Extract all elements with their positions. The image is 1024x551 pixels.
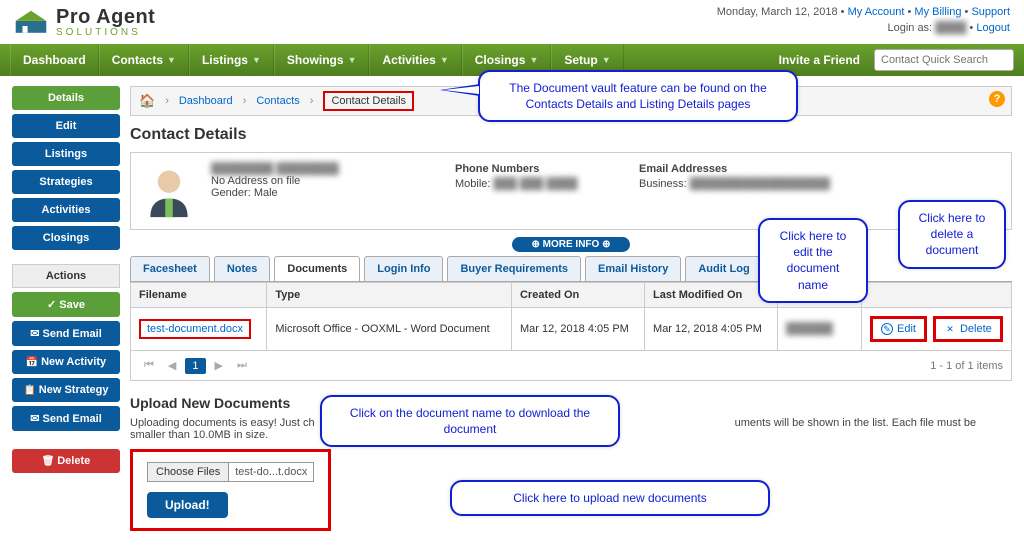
gender-label: Gender: [211,187,251,199]
tab-login-info[interactable]: Login Info [364,256,443,281]
close-icon: ✕ [944,323,956,335]
col-type[interactable]: Type [267,283,512,308]
document-filename-link[interactable]: test-document.docx [139,319,251,339]
edit-document-button[interactable]: ✎Edit [870,316,927,342]
side-closings[interactable]: Closings [12,226,120,250]
nav-activities[interactable]: Activities▼ [369,44,461,76]
crumb-current: Contact Details [323,91,414,111]
documents-table: Filename Type Created On Last Modified O… [130,282,1012,351]
my-billing-link[interactable]: My Billing [914,6,961,18]
upload-area: Choose Files test-do...t.docx Upload! [130,449,331,531]
tab-buyer-requirements[interactable]: Buyer Requirements [447,256,581,281]
login-as-user: ████ [935,22,966,34]
my-account-link[interactable]: My Account [848,6,905,18]
pager-first[interactable]: ⏮ [139,357,159,374]
pager-next[interactable]: ▶ [210,357,228,374]
phone-numbers-label: Phone Numbers [455,163,625,175]
contact-quick-search-input[interactable] [874,49,1014,71]
logo-icon [14,9,48,35]
pager: ⏮ ◀ 1 ▶ ⏭ 1 - 1 of 1 items [130,351,1012,381]
support-link[interactable]: Support [971,6,1010,18]
upload-button[interactable]: Upload! [147,492,228,518]
mobile-label: Mobile: [455,178,490,190]
brand-subtitle: SOLUTIONS [56,27,155,38]
save-button[interactable]: Save [12,292,120,317]
page-title: Contact Details [130,126,1012,144]
contact-summary-card: ████████ ████████ No Address on file Gen… [130,152,1012,230]
brand-name: Pro Agent [56,6,155,29]
document-modified-by: ██████ [786,323,833,335]
side-listings[interactable]: Listings [12,142,120,166]
document-type: Microsoft Office - OOXML - Word Document [267,308,512,351]
callout-download: Click on the document name to download t… [320,395,620,447]
callout-edit: Click here to edit the document name [758,218,868,303]
help-icon[interactable]: ? [989,91,1005,107]
callout-vault-location: The Document vault feature can be found … [478,70,798,122]
chosen-file-name: test-do...t.docx [229,462,314,482]
business-email-value: ██████████████████ [690,178,830,190]
nav-contacts[interactable]: Contacts▼ [99,44,189,76]
side-strategies[interactable]: Strategies [12,170,120,194]
gender-value: Male [254,187,278,199]
side-edit[interactable]: Edit [12,114,120,138]
nav-dashboard[interactable]: Dashboard [10,44,99,76]
tab-documents[interactable]: Documents [274,256,360,281]
new-strategy-button[interactable]: New Strategy [12,378,120,402]
login-as-label: Login as: [887,22,932,34]
pencil-icon: ✎ [881,323,893,335]
invite-friend-link[interactable]: Invite a Friend [765,53,874,67]
pager-last[interactable]: ⏭ [232,357,252,374]
tab-notes[interactable]: Notes [214,256,271,281]
side-details[interactable]: Details [12,86,120,110]
detail-tabs: Facesheet Notes Documents Login Info Buy… [130,256,1012,282]
col-created[interactable]: Created On [511,283,644,308]
choose-files-button[interactable]: Choose Files [147,462,229,482]
logout-link[interactable]: Logout [976,22,1010,34]
tab-audit-log[interactable]: Audit Log [685,256,762,281]
col-filename[interactable]: Filename [131,283,267,308]
new-activity-button[interactable]: New Activity [12,350,120,374]
more-info-toggle[interactable]: ⊕ MORE INFO ⊕ [512,237,631,252]
actions-panel-title: Actions [12,264,120,288]
table-row: test-document.docx Microsoft Office - OO… [131,308,1012,351]
home-icon[interactable]: 🏠 [139,93,155,109]
document-created: Mar 12, 2018 4:05 PM [511,308,644,351]
delete-contact-button[interactable]: Delete [12,449,120,473]
callout-delete: Click here to delete a document [898,200,1006,269]
brand-logo: Pro Agent SOLUTIONS [14,6,155,38]
business-label: Business: [639,178,687,190]
header-date: Monday, March 12, 2018 [717,6,838,18]
email-addresses-label: Email Addresses [639,163,830,175]
crumb-contacts[interactable]: Contacts [256,95,299,107]
callout-upload: Click here to upload new documents [450,480,770,516]
crumb-dashboard[interactable]: Dashboard [179,95,233,107]
pager-info: 1 - 1 of 1 items [930,360,1003,372]
nav-showings[interactable]: Showings▼ [274,44,370,76]
avatar-icon [141,163,197,219]
nav-listings[interactable]: Listings▼ [189,44,274,76]
contact-name: ████████ ████████ [211,163,339,175]
delete-document-button[interactable]: ✕Delete [933,316,1003,342]
pager-page[interactable]: 1 [185,358,205,374]
send-email-button-2[interactable]: Send Email [12,406,120,431]
send-email-button[interactable]: Send Email [12,321,120,346]
contact-address: No Address on file [211,175,300,187]
pager-prev[interactable]: ◀ [163,357,181,374]
mobile-value: ███ ███ ████ [494,178,578,190]
document-modified: Mar 12, 2018 4:05 PM [645,308,778,351]
tab-facesheet[interactable]: Facesheet [130,256,210,281]
tab-email-history[interactable]: Email History [585,256,681,281]
side-activities[interactable]: Activities [12,198,120,222]
